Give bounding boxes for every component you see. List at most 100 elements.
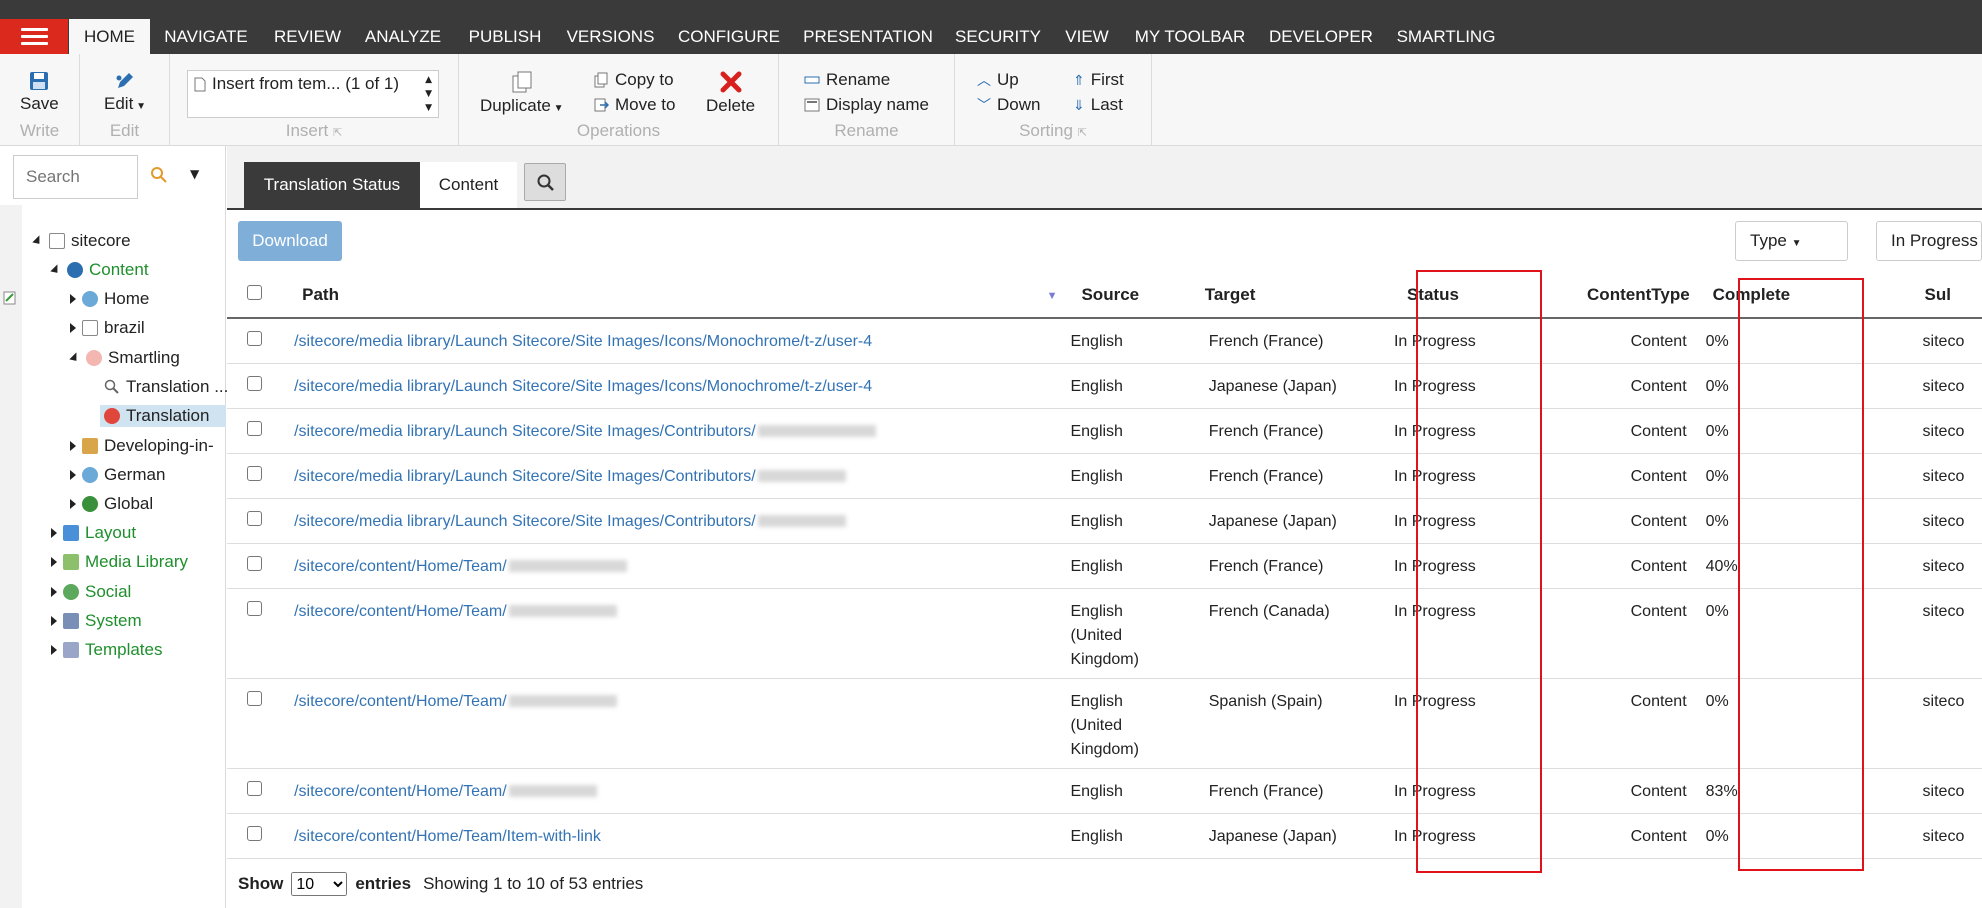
column-header-content-type[interactable]: ContentType — [1514, 272, 1696, 319]
tab-my-toolbar[interactable]: MY TOOLBAR — [1130, 19, 1250, 54]
expand-icon[interactable] — [70, 323, 76, 333]
tree-item-translation-search[interactable]: Translation ... — [104, 377, 228, 397]
path-link[interactable]: /sitecore/media library/Launch Sitecore/… — [294, 423, 756, 440]
search-tab-button[interactable] — [524, 163, 566, 201]
sort-up-button[interactable]: ︿ Up — [977, 70, 1019, 90]
path-link[interactable]: /sitecore/content/Home/Team/ — [294, 783, 507, 800]
path-link[interactable]: /sitecore/content/Home/Team/ — [294, 558, 507, 575]
download-button[interactable]: Download — [238, 221, 342, 261]
table-row[interactable]: /sitecore/media library/Launch Sitecore/… — [227, 363, 1982, 409]
expand-icon[interactable] — [51, 616, 57, 626]
row-checkbox[interactable] — [247, 465, 262, 481]
row-checkbox[interactable] — [247, 600, 262, 616]
table-row[interactable]: /sitecore/media library/Launch Sitecore/… — [227, 318, 1982, 364]
status-filter-dropdown[interactable]: In Progress — [1876, 221, 1982, 261]
expand-icon[interactable] — [70, 441, 76, 451]
tree-item-sitecore[interactable]: sitecore — [32, 231, 131, 251]
entries-per-page-select[interactable]: 10 — [291, 872, 348, 896]
tree-item-content[interactable]: Content — [50, 260, 149, 280]
tree-item-smartling[interactable]: Smartling — [69, 348, 180, 368]
expand-icon[interactable] — [51, 587, 57, 597]
tab-versions[interactable]: VERSIONS — [563, 19, 658, 54]
edit-button[interactable]: Edit ▼ — [104, 70, 146, 114]
column-header-source[interactable]: Source — [1067, 272, 1191, 319]
tree-item-german[interactable]: German — [70, 465, 165, 485]
row-checkbox[interactable] — [247, 825, 262, 841]
column-header-target[interactable]: Target — [1190, 272, 1390, 319]
column-header-status[interactable]: Status — [1389, 272, 1515, 319]
save-button[interactable]: Save — [20, 70, 59, 114]
sort-last-button[interactable]: ⇓ Last — [1073, 95, 1123, 115]
table-row[interactable]: /sitecore/content/Home/Team/English (Uni… — [227, 588, 1982, 679]
sort-down-button[interactable]: ﹀ Down — [977, 95, 1040, 115]
sort-first-button[interactable]: ⇑ First — [1073, 70, 1124, 90]
tab-smartling[interactable]: SMARTLING — [1392, 19, 1500, 54]
copy-to-button[interactable]: Copy to — [593, 70, 674, 90]
table-row[interactable]: /sitecore/content/Home/Team/English Frenc… — [227, 543, 1982, 589]
tree-item-layout[interactable]: Layout — [51, 523, 136, 543]
search-input[interactable] — [13, 155, 138, 199]
tree-item-translation-selected[interactable]: Translation — [100, 405, 226, 427]
path-link[interactable]: /sitecore/media library/Launch Sitecore/… — [294, 513, 756, 530]
column-header-complete[interactable]: Complete — [1695, 272, 1883, 319]
column-header-path[interactable]: Path ▼ — [288, 272, 1068, 319]
tree-item-templates[interactable]: Templates — [51, 640, 162, 660]
path-link[interactable]: /sitecore/content/Home/Team/ — [294, 603, 507, 620]
table-row[interactable]: /sitecore/content/Home/Team/Item-with-li… — [227, 813, 1982, 859]
tab-review[interactable]: REVIEW — [270, 19, 345, 54]
expand-icon[interactable] — [70, 499, 76, 509]
tab-translation-status[interactable]: Translation Status — [244, 162, 420, 208]
hamburger-menu-icon[interactable] — [0, 19, 68, 54]
tab-publish[interactable]: PUBLISH — [462, 19, 548, 54]
row-checkbox[interactable] — [247, 555, 262, 571]
table-row[interactable]: /sitecore/media library/Launch Sitecore/… — [227, 498, 1982, 544]
tab-view[interactable]: VIEW — [1059, 19, 1115, 54]
row-checkbox[interactable] — [247, 780, 262, 796]
tree-item-social[interactable]: Social — [51, 582, 131, 602]
tree-item-home[interactable]: Home — [70, 289, 149, 309]
search-icon[interactable] — [150, 166, 168, 188]
row-checkbox[interactable] — [247, 375, 262, 391]
search-dropdown-icon[interactable]: ▼ — [190, 167, 199, 181]
path-link[interactable]: /sitecore/content/Home/Team/Item-with-li… — [294, 828, 601, 845]
table-row[interactable]: /sitecore/media library/Launch Sitecore/… — [227, 453, 1982, 499]
tab-analyze[interactable]: ANALYZE — [360, 19, 446, 54]
tree-item-global[interactable]: Global — [70, 494, 153, 514]
path-link[interactable]: /sitecore/media library/Launch Sitecore/… — [294, 333, 872, 350]
collapse-icon[interactable] — [32, 235, 44, 247]
tab-presentation[interactable]: PRESENTATION — [800, 19, 936, 54]
row-checkbox[interactable] — [247, 510, 262, 526]
delete-button[interactable]: Delete — [706, 70, 755, 116]
tab-home[interactable]: HOME — [69, 19, 150, 54]
tree-item-media-library[interactable]: Media Library — [51, 552, 188, 572]
expand-icon[interactable] — [51, 557, 57, 567]
expand-icon[interactable] — [51, 645, 57, 655]
rename-button[interactable]: Rename — [804, 70, 890, 90]
tab-security[interactable]: SECURITY — [951, 19, 1045, 54]
type-filter-dropdown[interactable]: Type ▼ — [1735, 221, 1848, 261]
move-to-button[interactable]: Move to — [593, 95, 675, 115]
table-row[interactable]: /sitecore/media library/Launch Sitecore/… — [227, 408, 1982, 454]
insert-from-template-list[interactable]: Insert from tem... (1 of 1) ▲ ▼ ▼ — [187, 70, 439, 118]
collapse-icon[interactable] — [69, 352, 81, 364]
tree-item-system[interactable]: System — [51, 611, 142, 631]
tab-navigate[interactable]: NAVIGATE — [157, 19, 255, 54]
table-row[interactable]: /sitecore/content/Home/Team/English Frenc… — [227, 768, 1982, 814]
path-link[interactable]: /sitecore/media library/Launch Sitecore/… — [294, 468, 756, 485]
table-row[interactable]: /sitecore/content/Home/Team/English (Uni… — [227, 678, 1982, 769]
row-checkbox[interactable] — [247, 420, 262, 436]
list-scroll-arrows[interactable]: ▲ ▼ ▼ — [425, 73, 432, 115]
column-header-submitter[interactable]: Sul — [1882, 272, 1982, 319]
duplicate-button[interactable]: Duplicate ▼ — [480, 70, 564, 116]
expand-icon[interactable] — [70, 470, 76, 480]
tab-configure[interactable]: CONFIGURE — [673, 19, 785, 54]
tree-item-developing[interactable]: Developing-in- — [70, 436, 226, 456]
row-checkbox[interactable] — [247, 331, 262, 346]
collapse-icon[interactable] — [50, 264, 62, 276]
tree-item-brazil[interactable]: brazil — [70, 318, 145, 338]
expand-icon[interactable] — [51, 528, 57, 538]
tab-content[interactable]: Content — [420, 162, 517, 208]
display-name-button[interactable]: Display name — [804, 95, 929, 115]
tab-developer[interactable]: DEVELOPER — [1264, 19, 1378, 54]
expand-icon[interactable] — [70, 294, 76, 304]
